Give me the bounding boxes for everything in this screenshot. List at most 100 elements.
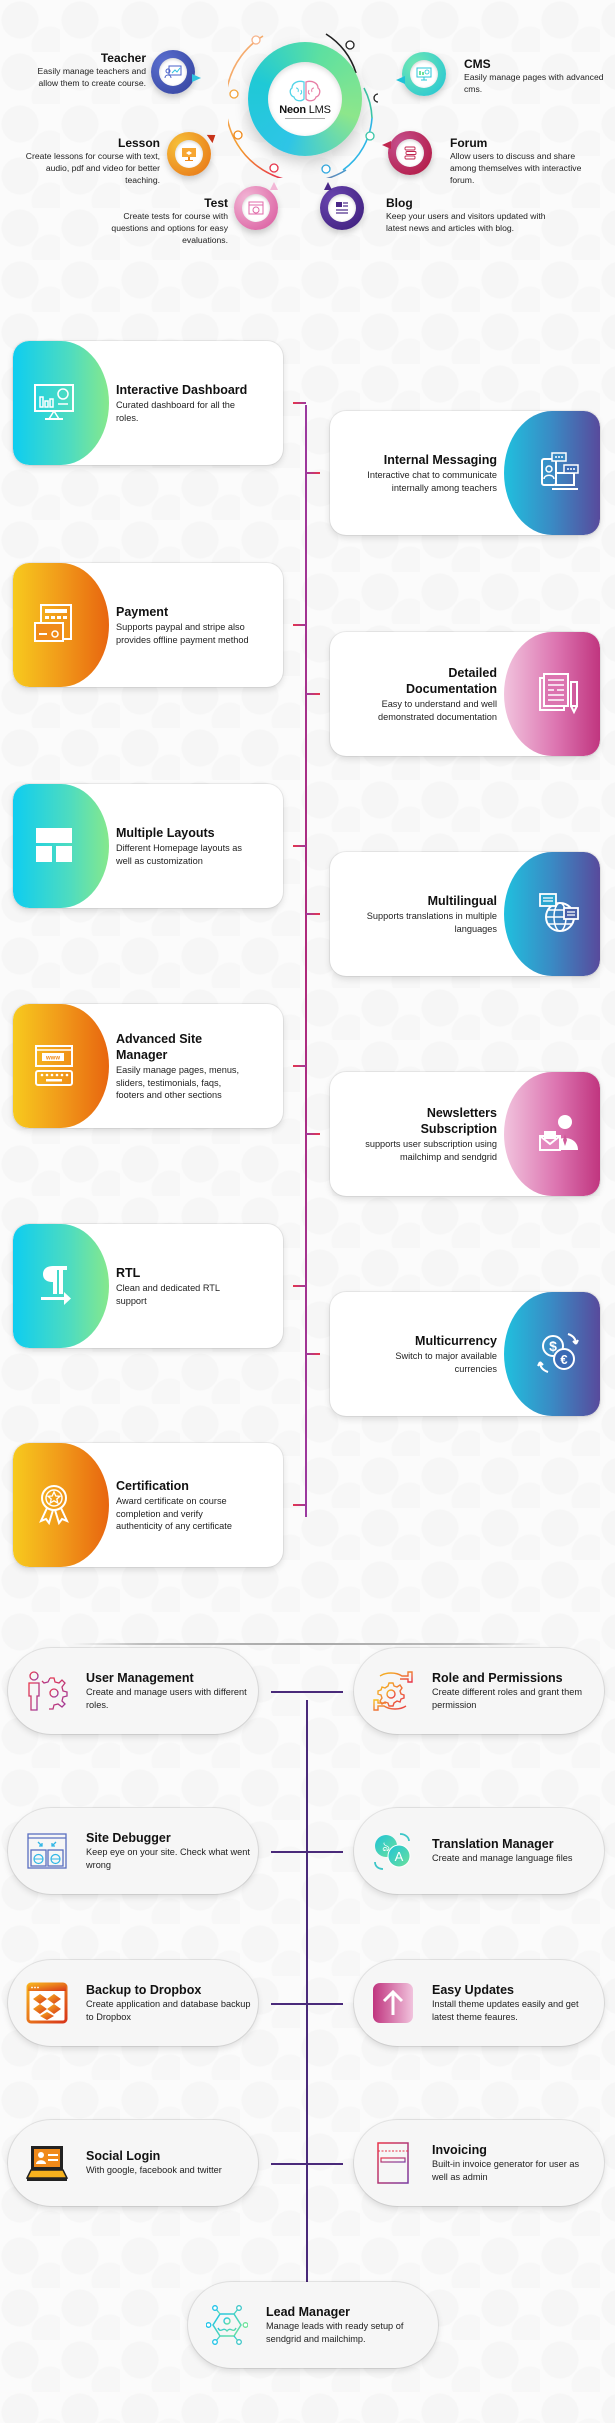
tools-connector bbox=[271, 1691, 343, 1693]
card-text: Interactive Dashboard Curated dashboard f… bbox=[116, 382, 251, 424]
card-title: Internal Messaging bbox=[383, 453, 497, 467]
tools-connector bbox=[271, 2003, 343, 2005]
tool-card-site-debugger: Site Debugger Keep eye on your site. Chec… bbox=[8, 1808, 258, 1894]
tool-card-lead-manager: Lead Manager Manage leads with ready setu… bbox=[188, 2282, 438, 2368]
orbit-dot bbox=[373, 93, 378, 103]
orbit-dot bbox=[233, 130, 243, 140]
tool-title: Easy Updates bbox=[432, 1983, 514, 1997]
feature-card-certification: Certification Award certificate on course… bbox=[13, 1443, 283, 1567]
tools-connector bbox=[271, 1851, 343, 1853]
orbit-dot bbox=[269, 163, 279, 173]
card-text: Detailed Documentation Easy to understand… bbox=[362, 665, 497, 723]
card-description: Clean and dedicated RTL support bbox=[116, 1283, 220, 1306]
tool-title: Backup to Dropbox bbox=[86, 1983, 202, 1997]
card-title: Multicurrency bbox=[415, 1334, 497, 1348]
timeline-connector bbox=[293, 1065, 306, 1067]
tool-description: Manage leads with ready setup of sendgri… bbox=[266, 2321, 404, 2344]
feature-card-detailed-documentation: Detailed Documentation Easy to understand… bbox=[330, 632, 600, 756]
forum-stack-icon bbox=[404, 146, 417, 160]
card-text: Newsletters Subscription supports user su… bbox=[362, 1105, 497, 1163]
brand-name: Neon LMS bbox=[279, 103, 331, 116]
card-text: Multicurrency Switch to major available c… bbox=[362, 1333, 497, 1375]
hub-feature-teacher: Teacher Easily manage teachers and allow… bbox=[37, 51, 146, 89]
card-description: Easily manage pages, menus, sliders, tes… bbox=[116, 1065, 240, 1100]
cms-monitor-icon bbox=[416, 67, 432, 81]
feature-card-internal-messaging: Internal Messaging Interactive chat to co… bbox=[330, 411, 600, 535]
card-title: RTL bbox=[116, 1266, 141, 1280]
tool-card-invoicing: Invoicing Built-in invoice generator for … bbox=[354, 2120, 604, 2206]
timeline-connector bbox=[293, 402, 306, 404]
svg-text:A: A bbox=[395, 1849, 404, 1864]
tool-text: Invoicing Built-in invoice generator for … bbox=[432, 2143, 597, 2183]
hands-gear-icon bbox=[372, 1670, 414, 1712]
tool-title: Invoicing bbox=[432, 2143, 487, 2157]
timeline-connector bbox=[293, 1504, 306, 1506]
feature-card-payment: Payment Supports paypal and stripe also p… bbox=[13, 563, 283, 687]
timeline-connector bbox=[293, 1285, 306, 1287]
hub-node-forum bbox=[382, 131, 432, 175]
card-description: Easy to understand and well demonstrated… bbox=[377, 699, 497, 722]
section-divider bbox=[72, 1643, 542, 1645]
lead-network-icon bbox=[205, 2304, 249, 2346]
hub-logo-ring: Neon LMS bbox=[248, 42, 362, 156]
tool-text: Lead Manager Manage leads with ready setu… bbox=[266, 2305, 431, 2345]
tools-connector bbox=[271, 2163, 343, 2165]
tool-title: Social Login bbox=[86, 2149, 161, 2163]
hub-feature-forum: Forum Allow users to discuss and share a… bbox=[450, 136, 582, 186]
test-browser-icon bbox=[248, 201, 264, 215]
tool-title: Site Debugger bbox=[86, 1831, 171, 1845]
card-title: Detailed Documentation bbox=[406, 666, 497, 696]
card-title: Newsletters Subscription bbox=[420, 1106, 497, 1136]
svg-text:€: € bbox=[560, 1352, 567, 1367]
card-description: Award certificate on course completion a… bbox=[116, 1496, 232, 1531]
lesson-monitor-icon bbox=[182, 148, 196, 161]
tool-description: Install theme updates easily and get lat… bbox=[432, 1999, 579, 2022]
feature-card-multiple-layouts: Multiple Layouts Different Homepage layou… bbox=[13, 784, 283, 908]
card-description: Interactive chat to communicate internal… bbox=[367, 470, 497, 493]
globe-chat-icon bbox=[536, 890, 582, 936]
timeline-connector bbox=[306, 1133, 320, 1135]
www-keyboard-icon: www bbox=[31, 1042, 77, 1088]
tool-title: Translation Manager bbox=[432, 1837, 554, 1851]
feature-card-rtl: RTL Clean and dedicated RTL support bbox=[13, 1224, 283, 1348]
tool-title: User Management bbox=[86, 1671, 194, 1685]
tool-text: User Management Create and manage users w… bbox=[86, 1671, 251, 1711]
tools-spine bbox=[306, 1700, 308, 2282]
dropbox-icon bbox=[26, 1982, 68, 2024]
hub-node-lesson bbox=[167, 130, 219, 176]
svg-text:www: www bbox=[45, 1056, 60, 1062]
card-text: Multiple Layouts Different Homepage layou… bbox=[116, 825, 251, 867]
tool-text: Social Login With google, facebook and tw… bbox=[86, 2149, 251, 2177]
tool-card-translation-manager: ঌ A Translation Manager Create and manage l… bbox=[354, 1808, 604, 1894]
feature-card-advanced-site-manager: www Advanced Site Manager Easily manage pa… bbox=[13, 1004, 283, 1128]
timeline-spine bbox=[305, 405, 307, 1517]
card-text: Payment Supports paypal and stripe also p… bbox=[116, 604, 251, 646]
tool-title: Lead Manager bbox=[266, 2305, 351, 2319]
hub-node-cms bbox=[396, 52, 446, 96]
tool-description: Create different roles and grant them pe… bbox=[432, 1687, 582, 1710]
orbit-dot bbox=[229, 89, 239, 99]
timeline-connector bbox=[293, 624, 306, 626]
card-description: supports user subscription using mailchi… bbox=[365, 1139, 497, 1162]
tool-card-role-and-permissions: Role and Permissions Create different rol… bbox=[354, 1648, 604, 1734]
hub-feature-cms: CMS Easily manage pages with advanced cm… bbox=[464, 57, 604, 95]
tool-description: With google, facebook and twitter bbox=[86, 2165, 222, 2175]
chat-devices-icon bbox=[536, 449, 582, 495]
card-text: Certification Award certificate on course… bbox=[116, 1478, 251, 1533]
tool-description: Keep eye on your site. Check what went w… bbox=[86, 1847, 250, 1870]
tool-card-easy-updates: Easy Updates Install theme updates easily… bbox=[354, 1960, 604, 2046]
hub-node-blog bbox=[320, 182, 364, 230]
card-description: Switch to major available currencies bbox=[395, 1351, 497, 1374]
tool-text: Translation Manager Create and manage lan… bbox=[432, 1837, 597, 1865]
orbit-dot bbox=[345, 40, 355, 50]
tool-card-backup-to-dropbox: Backup to Dropbox Create application and … bbox=[8, 1960, 258, 2046]
card-title: Multiple Layouts bbox=[116, 826, 215, 840]
feature-card-newsletters-subscription: Newsletters Subscription supports user su… bbox=[330, 1072, 600, 1196]
card-description: Supports translations in multiple langua… bbox=[366, 911, 497, 934]
card-title: Certification bbox=[116, 1479, 189, 1493]
timeline-connector bbox=[306, 1353, 320, 1355]
card-text: Multilingual Supports translations in mul… bbox=[362, 893, 497, 935]
currency-exchange-icon: $ € bbox=[536, 1330, 582, 1376]
rtl-pilcrow-icon bbox=[31, 1262, 77, 1308]
card-title: Advanced Site Manager bbox=[116, 1032, 203, 1062]
